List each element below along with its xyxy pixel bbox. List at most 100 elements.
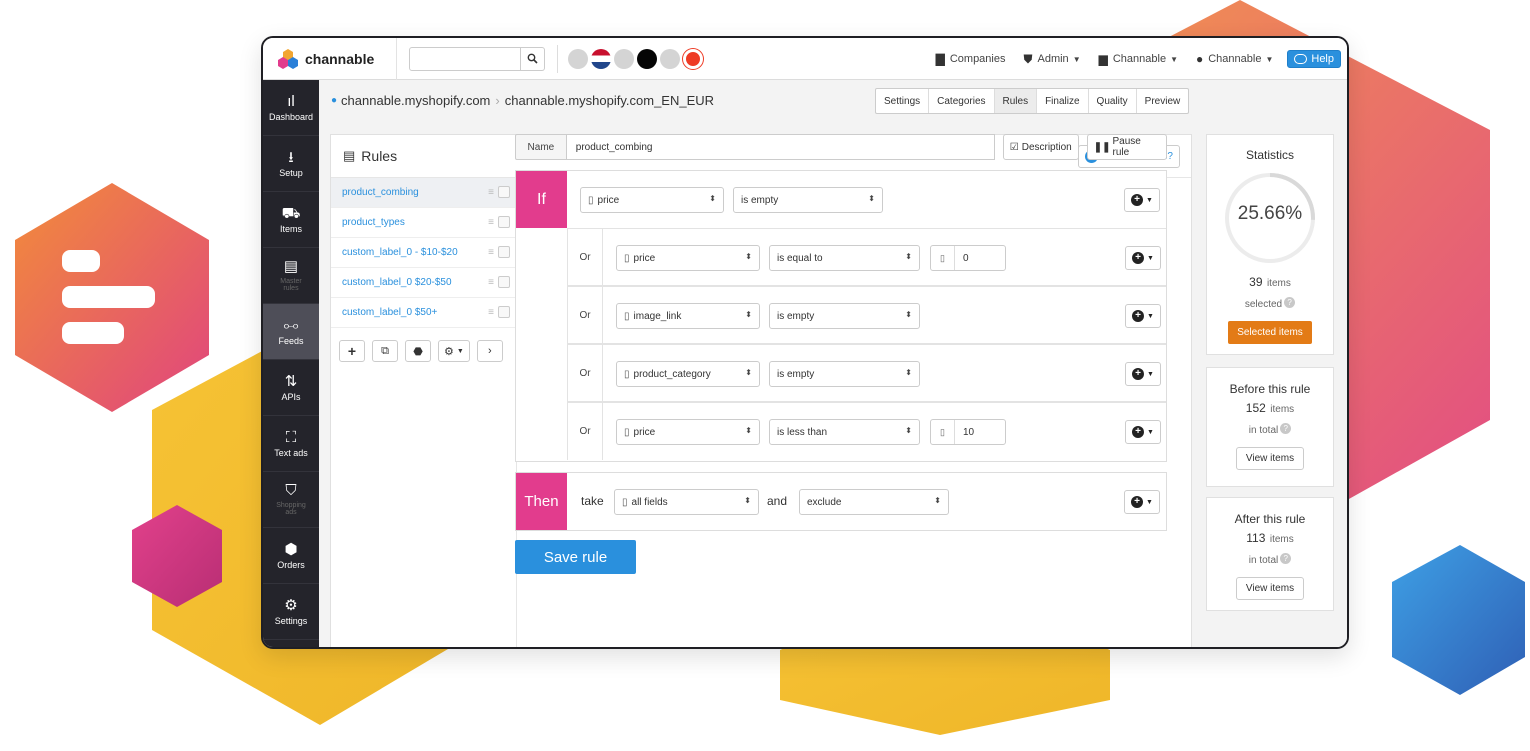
rule-item[interactable]: custom_label_0 $20-$50 ≡: [331, 268, 516, 298]
pause-rule-button[interactable]: ❚❚ Pause rule: [1086, 134, 1168, 160]
condition-row: Or ▯ image_link ⬍ is empty ⬍ + ▼: [567, 286, 1166, 344]
add-rule-button[interactable]: +: [339, 340, 365, 362]
rule-checkbox[interactable]: [498, 246, 510, 258]
operator-select[interactable]: is empty ⬍: [769, 303, 920, 329]
help-icon[interactable]: ?: [1280, 553, 1292, 565]
admin-dropdown[interactable]: ⛊ Admin ▼: [1023, 52, 1080, 67]
status-dot-icon: ●: [331, 94, 338, 106]
save-rule-button[interactable]: Save rule: [515, 540, 636, 574]
caret-down-icon: ▼: [1146, 196, 1153, 204]
description-button[interactable]: ☑ Description: [1002, 134, 1079, 160]
operator-select[interactable]: is empty ⬍: [733, 187, 883, 213]
channel-dot[interactable]: [637, 48, 657, 69]
copy-rule-button[interactable]: ⧉: [372, 340, 398, 362]
drag-handle-icon[interactable]: ≡: [488, 307, 494, 318]
select-arrows-icon: ⬍: [709, 194, 716, 203]
operator-select[interactable]: is less than ⬍: [769, 419, 920, 445]
rule-item[interactable]: product_combing ≡: [331, 178, 516, 208]
action-select[interactable]: exclude ⬍: [799, 489, 949, 515]
value-input[interactable]: ▯ 0: [930, 245, 1006, 271]
drag-handle-icon[interactable]: ≡: [488, 187, 494, 198]
step-rules[interactable]: Rules: [994, 89, 1038, 113]
settings-dropdown-button[interactable]: ⚙ ▼: [438, 340, 470, 362]
add-condition-button[interactable]: + ▼: [1125, 246, 1161, 270]
logo[interactable]: channable: [263, 38, 397, 80]
before-count: 152: [1245, 401, 1266, 415]
field-select[interactable]: ▯ product_category ⬍: [616, 361, 760, 387]
field-toggle-icon[interactable]: ▯: [931, 246, 955, 270]
user-dropdown[interactable]: ● Channable ▼: [1196, 52, 1273, 66]
channel-logo-icon[interactable]: [683, 48, 703, 69]
take-field-select[interactable]: ▯ all fields ⬍: [614, 489, 759, 515]
rule-item[interactable]: product_types ≡: [331, 208, 516, 238]
gear-icon: ⚙: [444, 345, 454, 358]
sidebar-item-text-ads[interactable]: ⛶ Text ads: [263, 416, 319, 472]
add-condition-button[interactable]: + ▼: [1125, 420, 1161, 444]
field-select[interactable]: ▯ price ⬍: [580, 187, 724, 213]
take-label: take: [581, 494, 604, 508]
help-icon[interactable]: ?: [1280, 423, 1292, 435]
download-icon: ⭳: [288, 148, 294, 166]
search-input[interactable]: [409, 46, 521, 71]
next-button[interactable]: ›: [476, 340, 503, 362]
add-condition-button[interactable]: + ▼: [1124, 188, 1160, 212]
rule-item[interactable]: custom_label_0 $50+ ≡: [331, 298, 516, 328]
drag-handle-icon[interactable]: ≡: [488, 247, 494, 258]
team-dropdown[interactable]: ▆ Channable ▼: [1099, 52, 1178, 66]
sidebar-item-dashboard[interactable]: ıl Dashboard: [263, 80, 319, 136]
sidebar-item-setup[interactable]: ⭳ Setup: [263, 136, 319, 192]
step-preview[interactable]: Preview: [1137, 89, 1189, 113]
breadcrumb-feed[interactable]: channable.myshopify.com_EN_EUR: [505, 93, 714, 108]
file-icon: ▯: [624, 310, 630, 322]
add-condition-button[interactable]: + ▼: [1125, 362, 1161, 386]
operator-select[interactable]: is empty ⬍: [769, 361, 920, 387]
sidebar-item-items[interactable]: ⛟ Items: [263, 192, 319, 248]
view-items-after-button[interactable]: View items: [1235, 577, 1305, 600]
rule-checkbox[interactable]: [498, 306, 510, 318]
breadcrumb-project[interactable]: channable.myshopify.com: [341, 93, 490, 108]
sidebar-item-orders[interactable]: ⬢ Orders: [263, 528, 319, 584]
rule-checkbox[interactable]: [498, 276, 510, 288]
sidebar-item-feeds[interactable]: ⧟ Feeds: [263, 304, 319, 360]
help-icon[interactable]: ?: [1284, 297, 1296, 309]
tag-rule-button[interactable]: ⬣: [405, 340, 431, 362]
rule-item[interactable]: custom_label_0 - $10-$20 ≡: [331, 238, 516, 268]
main-content: ● channable.myshopify.com › channable.my…: [319, 80, 1347, 647]
then-block: Then take ▯ all fields ⬍ and exclude ⬍ + ▼: [515, 472, 1167, 531]
help-button[interactable]: Help: [1287, 50, 1341, 68]
add-action-button[interactable]: + ▼: [1124, 490, 1160, 514]
companies-link[interactable]: ▇ Companies: [936, 52, 1006, 66]
sidebar-item-settings[interactable]: ⚙ Settings: [263, 584, 319, 640]
selected-items-button[interactable]: Selected items: [1228, 321, 1312, 344]
add-condition-button[interactable]: + ▼: [1125, 304, 1161, 328]
field-select[interactable]: ▯ image_link ⬍: [616, 303, 760, 329]
drag-handle-icon[interactable]: ≡: [488, 277, 494, 288]
sidebar-item-shopping-ads[interactable]: ⛉ Shopping ads: [263, 472, 319, 528]
channel-dot[interactable]: [614, 48, 634, 69]
search-button[interactable]: [521, 46, 545, 71]
sidebar-item-apis[interactable]: ⇅ APIs: [263, 360, 319, 416]
step-settings[interactable]: Settings: [876, 89, 930, 113]
channel-dot[interactable]: [568, 48, 588, 69]
caret-down-icon: ▼: [1147, 370, 1154, 378]
bar-chart-icon: ıl: [287, 92, 295, 110]
field-toggle-icon[interactable]: ▯: [931, 420, 955, 444]
netherlands-flag-icon[interactable]: [591, 48, 611, 69]
step-quality[interactable]: Quality: [1089, 89, 1137, 113]
operator-select[interactable]: is equal to ⬍: [769, 245, 920, 271]
field-select[interactable]: ▯ price ⬍: [616, 245, 760, 271]
channel-dot[interactable]: [660, 48, 680, 69]
value-input[interactable]: ▯ 10: [930, 419, 1006, 445]
rule-checkbox[interactable]: [498, 186, 510, 198]
sidebar-item-master-rules[interactable]: ▤ Master rules: [263, 248, 319, 304]
step-finalize[interactable]: Finalize: [1037, 89, 1089, 113]
view-items-before-button[interactable]: View items: [1235, 447, 1305, 470]
rule-checkbox[interactable]: [498, 216, 510, 228]
drag-handle-icon[interactable]: ≡: [488, 217, 494, 228]
chevron-right-icon: ›: [487, 345, 492, 357]
caret-down-icon: ▼: [1146, 498, 1153, 506]
rule-name-input[interactable]: product_combing: [566, 134, 995, 160]
step-categories[interactable]: Categories: [929, 89, 995, 113]
field-select[interactable]: ▯ price ⬍: [616, 419, 760, 445]
logo-text: channable: [305, 50, 375, 67]
